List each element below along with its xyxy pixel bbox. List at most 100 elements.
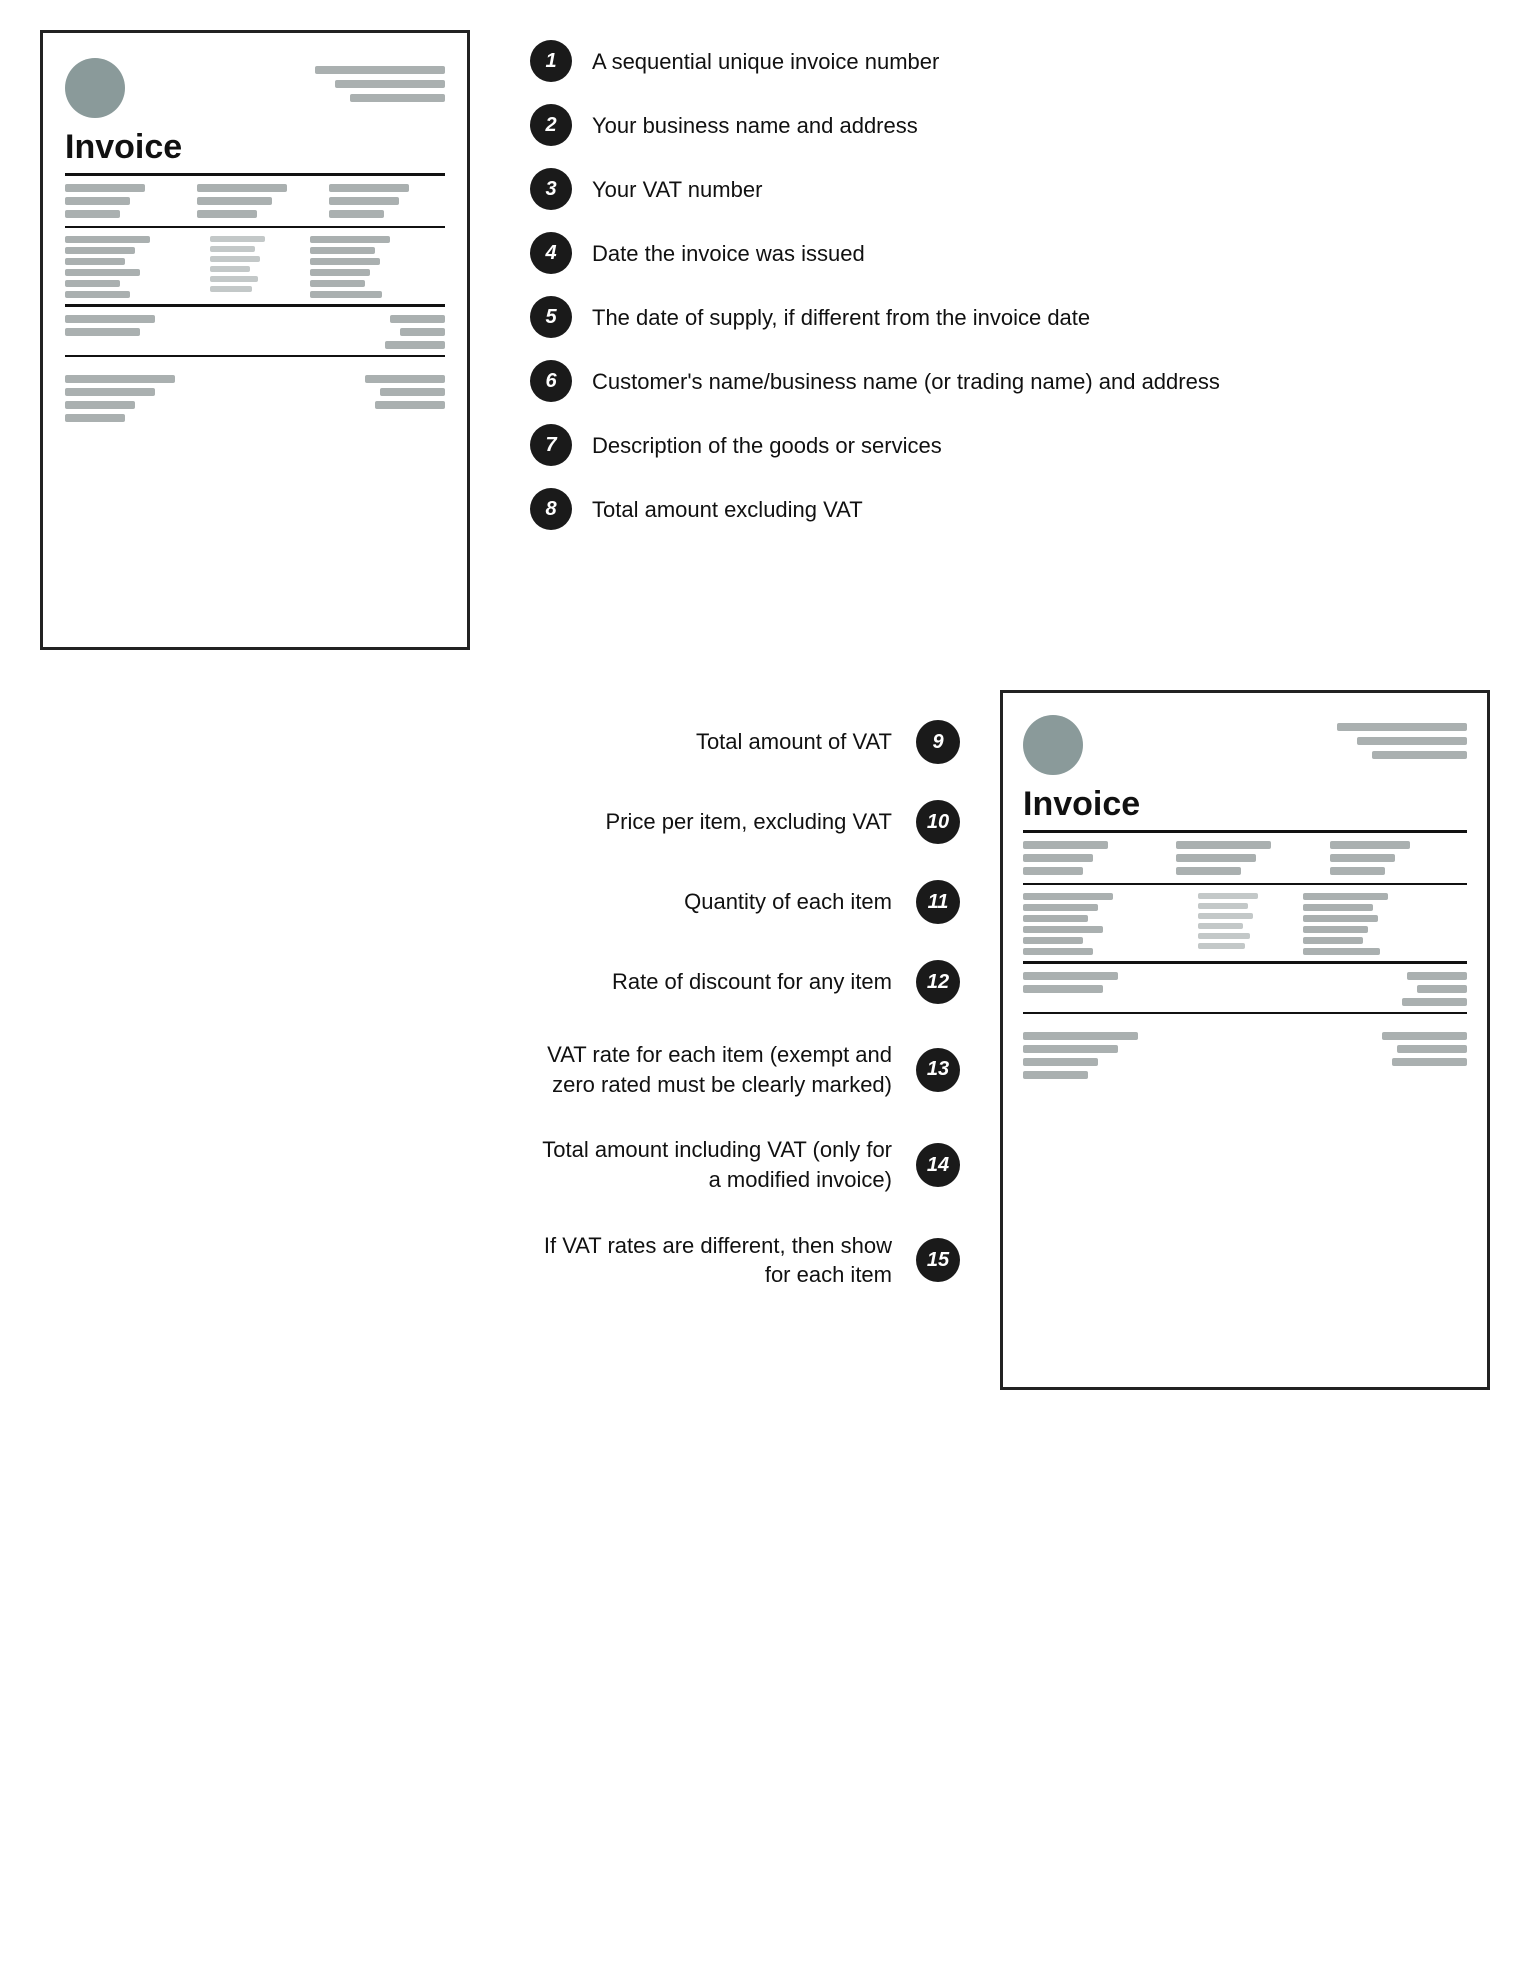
bottom-line bbox=[1023, 1071, 1088, 1079]
info-line bbox=[65, 184, 145, 192]
info-col-2 bbox=[197, 184, 313, 218]
table-line bbox=[65, 247, 135, 254]
info-line bbox=[1176, 854, 1256, 862]
badge-6: 6 bbox=[530, 360, 572, 402]
badge-4: 4 bbox=[530, 232, 572, 274]
table-line bbox=[210, 246, 255, 252]
bottom-line bbox=[1023, 1045, 1118, 1053]
item-text-1: A sequential unique invoice number bbox=[592, 40, 939, 77]
badge-13: 13 bbox=[916, 1048, 960, 1092]
badge-2: 2 bbox=[530, 104, 572, 146]
badge-5: 5 bbox=[530, 296, 572, 338]
bottom-line bbox=[1023, 1032, 1138, 1040]
table-col bbox=[310, 236, 445, 298]
badge-15: 15 bbox=[916, 1238, 960, 1282]
invoice-info-row-right bbox=[1023, 841, 1467, 875]
table-header-row bbox=[65, 236, 445, 298]
invoice-divider-mid-left bbox=[65, 226, 445, 228]
invoice-info-row bbox=[65, 184, 445, 218]
info-line bbox=[1023, 854, 1093, 862]
bottom-text-9: Total amount of VAT bbox=[696, 727, 892, 757]
bottom-item-13: VAT rate for each item (exempt and zero … bbox=[40, 1022, 960, 1117]
table-line bbox=[1303, 915, 1378, 922]
table-line bbox=[1303, 893, 1388, 900]
invoice-divider-lower-left bbox=[65, 355, 445, 357]
table-line bbox=[210, 286, 252, 292]
table-line bbox=[65, 236, 150, 243]
table-col bbox=[210, 236, 300, 298]
info-line bbox=[1330, 867, 1385, 875]
info-line bbox=[65, 210, 120, 218]
info-line bbox=[1330, 854, 1395, 862]
info-line bbox=[329, 210, 384, 218]
table-line bbox=[210, 266, 250, 272]
main-container: Invoice bbox=[0, 0, 1530, 1420]
invoice-header-right bbox=[1023, 715, 1467, 775]
header-line bbox=[1337, 723, 1467, 731]
item-text-6: Customer's name/business name (or tradin… bbox=[592, 360, 1220, 397]
footer-line bbox=[65, 315, 155, 323]
bottom-text-10: Price per item, excluding VAT bbox=[605, 807, 892, 837]
bottom-left-list: Total amount of VAT 9 Price per item, ex… bbox=[40, 690, 970, 1308]
info-col-r2 bbox=[1176, 841, 1313, 875]
invoice-title-left: Invoice bbox=[65, 128, 445, 167]
footer-line bbox=[385, 341, 445, 349]
bottom-line bbox=[1397, 1045, 1467, 1053]
invoice-mock-right: Invoice bbox=[1000, 690, 1490, 1390]
bottom-left-col bbox=[65, 375, 283, 422]
info-line bbox=[329, 184, 409, 192]
table-line bbox=[210, 256, 260, 262]
info-line bbox=[197, 184, 287, 192]
table-line bbox=[1198, 893, 1258, 899]
bottom-right-left-col bbox=[1023, 1032, 1280, 1079]
footer-line bbox=[1407, 972, 1467, 980]
table-col-r bbox=[1023, 893, 1188, 955]
info-col-1 bbox=[65, 184, 181, 218]
bottom-text-14: Total amount including VAT (only for a m… bbox=[532, 1135, 892, 1194]
numbered-list-top: 1 A sequential unique invoice number 2 Y… bbox=[530, 30, 1490, 530]
table-line bbox=[1198, 943, 1245, 949]
info-line bbox=[197, 210, 257, 218]
table-line bbox=[65, 291, 130, 298]
bottom-item-10: Price per item, excluding VAT 10 bbox=[40, 782, 960, 862]
badge-9: 9 bbox=[916, 720, 960, 764]
invoice-divider-top-left bbox=[65, 173, 445, 176]
table-line bbox=[210, 276, 258, 282]
invoice-footer-right bbox=[1023, 972, 1467, 1006]
table-line bbox=[310, 280, 365, 287]
invoice-header-lines-right bbox=[1337, 723, 1467, 759]
bottom-line bbox=[1023, 1058, 1098, 1066]
footer-line bbox=[1023, 972, 1118, 980]
bottom-right-right-col bbox=[1296, 1032, 1467, 1079]
numbered-item-1: 1 A sequential unique invoice number bbox=[530, 40, 1490, 82]
table-line bbox=[65, 269, 140, 276]
numbered-item-2: 2 Your business name and address bbox=[530, 104, 1490, 146]
bottom-right-col bbox=[299, 375, 445, 422]
item-text-2: Your business name and address bbox=[592, 104, 918, 141]
invoice-header-left bbox=[65, 58, 445, 118]
table-line bbox=[310, 258, 380, 265]
info-col-r1 bbox=[1023, 841, 1160, 875]
invoice-mock-left: Invoice bbox=[40, 30, 470, 650]
table-line bbox=[65, 258, 125, 265]
table-line bbox=[1023, 937, 1083, 944]
bottom-text-15: If VAT rates are different, then show fo… bbox=[532, 1231, 892, 1290]
header-line bbox=[350, 94, 445, 102]
badge-10: 10 bbox=[916, 800, 960, 844]
bottom-line bbox=[65, 414, 125, 422]
table-line bbox=[310, 247, 375, 254]
invoice-title-right: Invoice bbox=[1023, 785, 1467, 824]
bottom-item-15: If VAT rates are different, then show fo… bbox=[40, 1213, 960, 1308]
badge-11: 11 bbox=[916, 880, 960, 924]
item-text-8: Total amount excluding VAT bbox=[592, 488, 863, 525]
top-section: Invoice bbox=[40, 30, 1490, 650]
invoice-header-lines-left bbox=[315, 66, 445, 102]
info-col-3 bbox=[329, 184, 445, 218]
item-text-5: The date of supply, if different from th… bbox=[592, 296, 1090, 333]
footer-right-right-col bbox=[1296, 972, 1467, 1006]
bottom-line bbox=[65, 388, 155, 396]
item-text-3: Your VAT number bbox=[592, 168, 762, 205]
bottom-text-12: Rate of discount for any item bbox=[612, 967, 892, 997]
footer-line bbox=[1402, 998, 1467, 1006]
invoice-bottom-right-section bbox=[1023, 1032, 1467, 1079]
